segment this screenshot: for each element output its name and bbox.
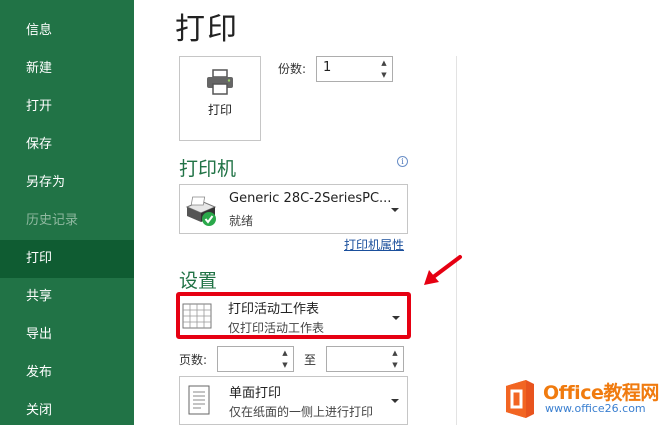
stepper-down-icon[interactable]: ▼ [390, 359, 400, 371]
stepper-down-icon[interactable]: ▼ [379, 69, 389, 81]
sidebar-item-open[interactable]: 打开 [0, 88, 134, 126]
sidebar-item-history: 历史记录 [26, 213, 79, 228]
annotation-arrow-icon [424, 255, 462, 285]
sidebar-item-close[interactable]: 关闭 [0, 392, 134, 425]
stepper-down-icon[interactable]: ▼ [280, 359, 290, 371]
pages-from-stepper[interactable]: ▲ ▼ [217, 346, 294, 372]
sidebar-item-save-as[interactable]: 另存为 [0, 164, 134, 202]
print-sides-desc: 仅在纸面的一侧上进行打印 [229, 405, 374, 419]
sidebar-item-save[interactable]: 保存 [0, 126, 134, 164]
info-icon[interactable]: i [397, 156, 408, 167]
copies-value: 1 [323, 60, 332, 75]
printer-status: 就绪 [229, 214, 254, 228]
print-sides-select[interactable]: 单面打印 仅在纸面的一侧上进行打印 [179, 376, 408, 425]
sidebar-item-new[interactable]: 新建 [0, 50, 134, 88]
stepper-up-icon[interactable]: ▲ [379, 57, 389, 69]
sidebar-item-info[interactable]: 信息 [0, 12, 134, 50]
print-sides-title: 单面打印 [229, 386, 282, 401]
copies-stepper[interactable]: 1 ▲ ▼ [316, 56, 393, 82]
sidebar-item-export[interactable]: 导出 [0, 316, 134, 354]
page-title: 打印 [175, 12, 239, 47]
printer-icon [207, 69, 233, 95]
printer-heading: 打印机 [179, 158, 237, 180]
sidebar-item-print[interactable]: 打印 [0, 240, 134, 278]
printer-ready-icon [185, 196, 217, 226]
print-button-label: 打印 [207, 103, 232, 117]
stepper-up-icon[interactable]: ▲ [280, 347, 290, 359]
sidebar-item-publish[interactable]: 发布 [0, 354, 134, 392]
stepper-up-icon[interactable]: ▲ [390, 347, 400, 359]
copies-label: 份数: [278, 62, 307, 76]
watermark-title: Office教程网 [543, 382, 659, 404]
single-sided-page-icon [188, 385, 210, 415]
pages-label: 页数: [179, 353, 208, 367]
highlight-box [176, 292, 411, 339]
backstage-sidebar: 信息 新建 打开 保存 另存为 历史记录 打印 共享 导出 发布 关闭 [0, 0, 134, 425]
preview-divider [456, 56, 457, 425]
printer-properties-link[interactable]: 打印机属性 [344, 236, 404, 253]
pages-to-stepper[interactable]: ▲ ▼ [326, 346, 404, 372]
chevron-down-icon [391, 208, 399, 212]
pages-to-label: 至 [304, 353, 317, 367]
printer-name: Generic 28C-2SeriesPC... [229, 191, 392, 206]
settings-heading: 设置 [179, 270, 218, 292]
office-logo-icon [506, 380, 534, 418]
print-button[interactable]: 打印 [179, 56, 261, 141]
sidebar-item-share[interactable]: 共享 [0, 278, 134, 316]
chevron-down-icon [391, 399, 399, 403]
printer-select[interactable]: Generic 28C-2SeriesPC... 就绪 [179, 184, 408, 234]
watermark-url: www.office26.com [545, 402, 646, 415]
